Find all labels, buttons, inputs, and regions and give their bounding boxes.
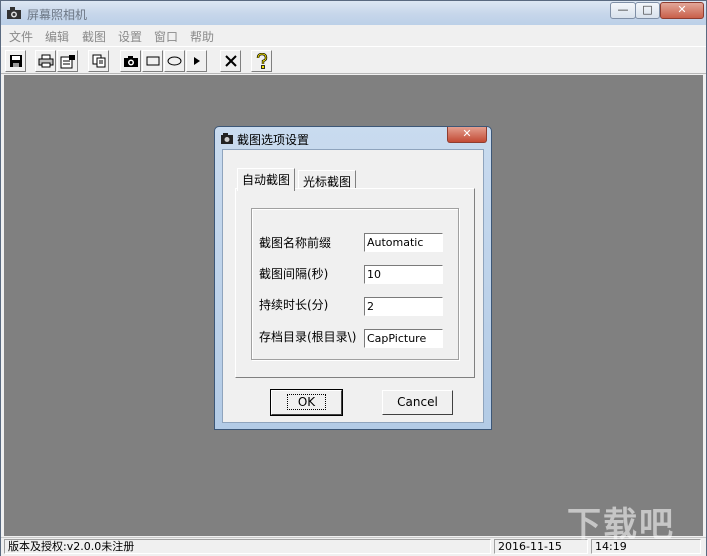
- menu-help[interactable]: 帮助: [190, 28, 214, 45]
- dialog-body: 自动截图 光标截图 截图名称前缀 截图间隔(秒) 持续时长(分) 存档目录(根目…: [222, 149, 484, 423]
- capture-options-dialog: 截图选项设置 ✕ 自动截图 光标截图 截图名称前缀 截图间隔(秒) 持续时长(分…: [214, 126, 492, 430]
- copy-button[interactable]: [88, 50, 109, 72]
- duration-label: 持续时长(分): [259, 298, 329, 312]
- save-button[interactable]: [5, 50, 26, 72]
- properties-button[interactable]: [57, 50, 78, 72]
- rectangle-button[interactable]: [142, 50, 163, 72]
- camera-icon: [221, 133, 233, 144]
- ellipse-button[interactable]: [164, 50, 185, 72]
- toolbar: [1, 46, 706, 74]
- cancel-button[interactable]: Cancel: [382, 390, 453, 415]
- maximize-button[interactable]: □: [635, 2, 660, 19]
- delete-x-icon: [224, 55, 237, 67]
- menu-settings[interactable]: 设置: [118, 28, 142, 45]
- save-icon: [9, 55, 22, 67]
- properties-icon: [60, 54, 75, 68]
- camera-button[interactable]: [120, 50, 141, 72]
- dialog-title: 截图选项设置: [237, 133, 310, 147]
- menu-bar: 文件 编辑 截图 设置 窗口 帮助: [1, 25, 706, 45]
- rectangle-icon: [146, 56, 159, 66]
- tab-panel: 截图名称前缀 截图间隔(秒) 持续时长(分) 存档目录(根目录\): [235, 188, 475, 378]
- folder-label: 存档目录(根目录\): [259, 330, 357, 344]
- camera-icon: [123, 55, 138, 67]
- folder-input[interactable]: [364, 329, 443, 348]
- menu-capture[interactable]: 截图: [82, 28, 106, 45]
- prefix-label: 截图名称前缀: [259, 236, 332, 250]
- interval-label: 截图间隔(秒): [259, 267, 329, 281]
- window-title: 屏幕照相机: [27, 8, 88, 22]
- menu-window[interactable]: 窗口: [154, 28, 178, 45]
- minimize-button[interactable]: —: [610, 2, 636, 19]
- help-question-icon: [256, 53, 267, 69]
- help-button[interactable]: [251, 50, 272, 72]
- camera-icon: [7, 7, 21, 19]
- interval-input[interactable]: [364, 265, 443, 284]
- tab-auto-capture[interactable]: 自动截图: [237, 168, 296, 191]
- title-bar[interactable]: 屏幕照相机 — □ ✕: [1, 1, 706, 25]
- dialog-close-button[interactable]: ✕: [447, 127, 487, 143]
- ok-button-label: OK: [286, 394, 327, 410]
- prefix-input[interactable]: [364, 233, 443, 252]
- delete-button[interactable]: [220, 50, 241, 72]
- menu-edit[interactable]: 编辑: [45, 28, 69, 45]
- menu-file[interactable]: 文件: [9, 28, 33, 45]
- print-button[interactable]: [35, 50, 56, 72]
- ok-button[interactable]: OK: [270, 389, 343, 416]
- options-group: 截图名称前缀 截图间隔(秒) 持续时长(分) 存档目录(根目录\): [251, 208, 459, 360]
- status-info: 版本及授权:v2.0.0未注册: [4, 539, 491, 554]
- watermark-logo: 下载吧: [567, 505, 675, 545]
- duration-input[interactable]: [364, 297, 443, 316]
- play-button[interactable]: [186, 50, 207, 72]
- play-arrow-icon: [193, 57, 200, 65]
- copy-icon: [92, 54, 105, 68]
- close-button[interactable]: ✕: [660, 2, 704, 19]
- print-icon: [38, 54, 53, 68]
- ellipse-icon: [167, 56, 182, 66]
- tab-cursor-capture[interactable]: 光标截图: [298, 170, 357, 190]
